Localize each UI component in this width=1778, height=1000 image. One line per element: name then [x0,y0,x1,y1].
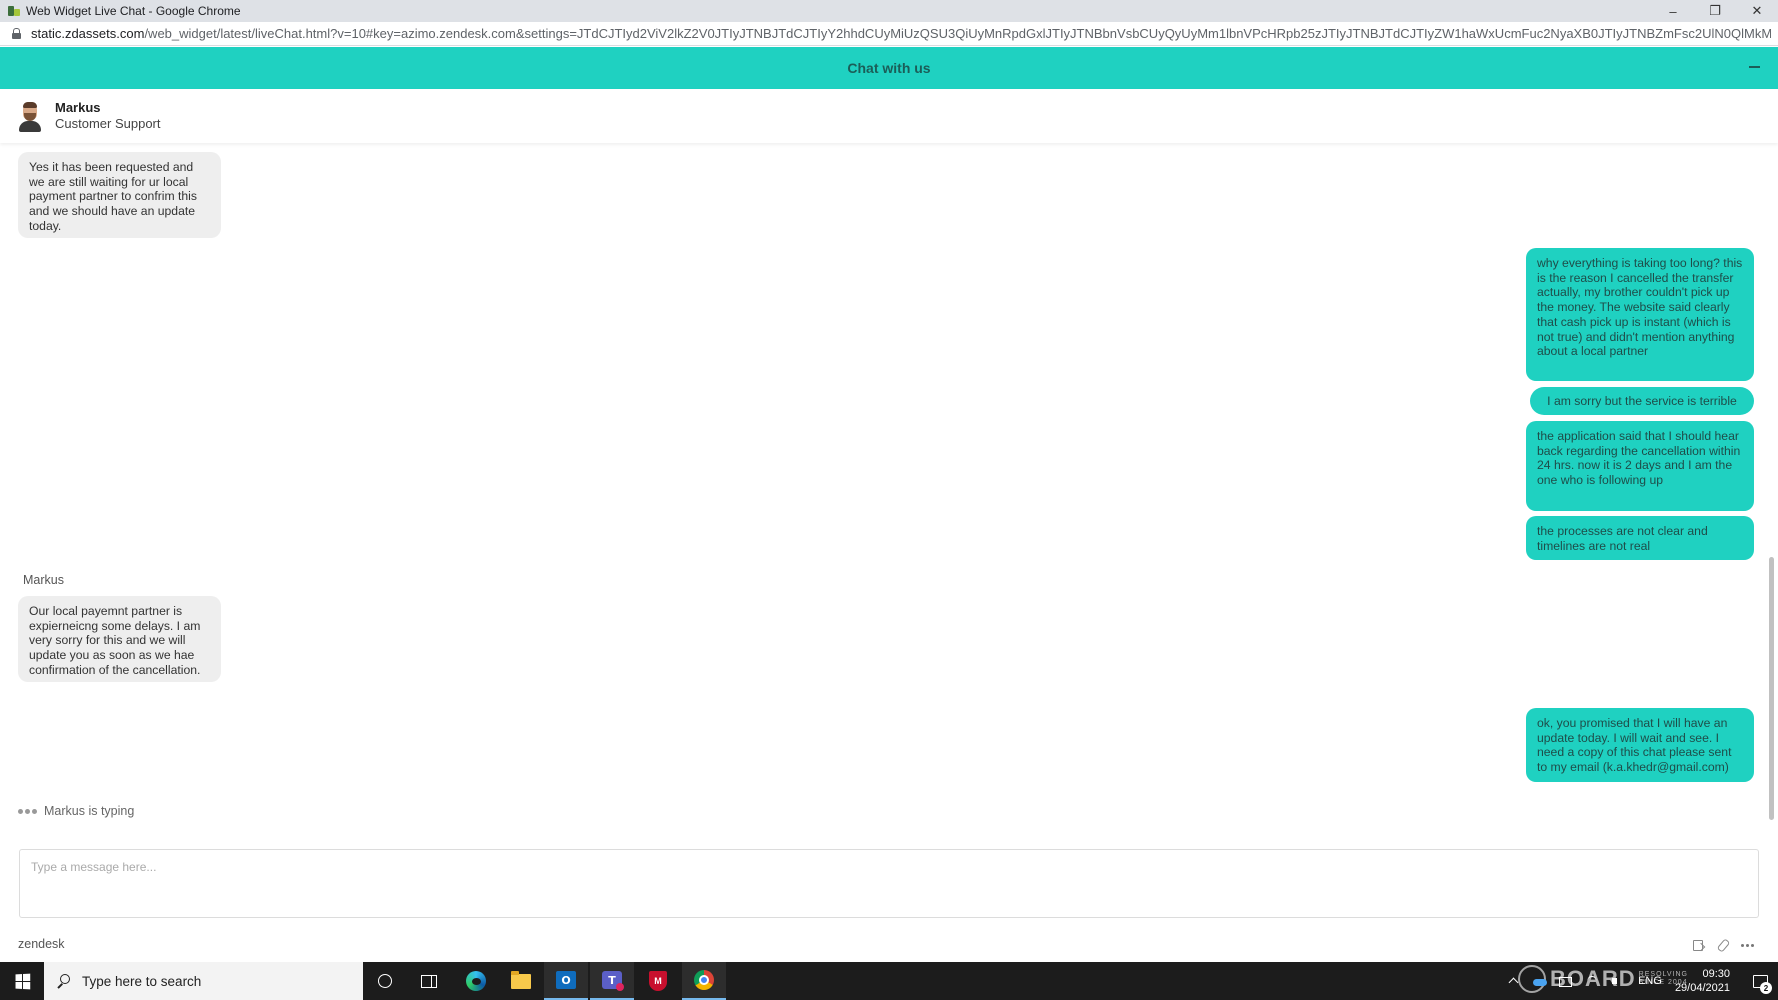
file-explorer-button[interactable] [499,962,543,1000]
browser-title-bar: Web Widget Live Chat - Google Chrome – ❐… [0,0,1778,22]
onedrive-icon[interactable] [1533,974,1548,988]
typing-text: Markus is typing [44,804,135,818]
message-input[interactable] [20,850,1758,917]
edge-button[interactable] [454,962,498,1000]
windows-logo-icon [15,973,30,989]
footer-actions [1680,938,1754,952]
teams-button[interactable]: T [590,962,634,1000]
chat-header: Chat with us [0,47,1778,89]
battery-icon[interactable] [1559,974,1573,988]
clock-time: 09:30 [1702,968,1730,980]
agent-message: Our local payemnt partner is expierneicn… [18,596,221,682]
visitor-message: why everything is taking too long? this … [1526,248,1754,381]
attachment-icon[interactable] [1716,938,1730,952]
agent-message: Yes it has been requested and we are sti… [18,152,221,238]
visitor-message: I am sorry but the service is terrible [1530,387,1754,415]
edge-icon [466,971,486,991]
window-controls: – ❐ ✕ [1652,0,1778,22]
agent-role: Customer Support [55,116,161,131]
more-options-icon[interactable] [1741,938,1754,952]
show-hidden-icons-icon[interactable] [1507,974,1521,988]
agent-avatar [16,100,44,132]
clock-date: 29/04/2021 [1674,982,1730,994]
task-view-button[interactable] [407,962,451,1000]
minimize-chat-icon[interactable] [1748,59,1762,73]
task-view-icon [421,975,437,988]
widget-footer: zendesk [0,930,1778,962]
volume-icon[interactable] [1611,974,1625,988]
window-title: Web Widget Live Chat - Google Chrome [26,4,241,18]
start-button[interactable] [0,962,44,1000]
windows-taskbar: Type here to search O T M BOARD RESOLVIN… [0,962,1778,1000]
visitor-message: ok, you promised that I will have an upd… [1526,708,1754,782]
chrome-button[interactable] [682,962,726,1000]
chrome-icon [694,970,714,990]
agent-info-bar: Markus Customer Support [0,89,1778,143]
security-app-button[interactable]: M [636,962,680,1000]
wifi-icon[interactable] [1585,974,1599,988]
outlook-icon: O [556,971,576,989]
taskbar-search[interactable]: Type here to search [44,962,363,1000]
cortana-icon [378,974,392,988]
message-sender-label: Markus [23,573,64,587]
url-text[interactable]: static.zdassets.com/web_widget/latest/li… [31,26,1771,41]
input-language[interactable]: ENG [1638,975,1662,987]
address-bar[interactable]: static.zdassets.com/web_widget/latest/li… [0,22,1778,46]
visitor-message: the processes are not clear and timeline… [1526,516,1754,560]
restore-window-button[interactable]: ❐ [1694,0,1736,22]
notification-count: 2 [1760,982,1772,994]
agent-details: Markus Customer Support [55,100,161,132]
url-domain: static.zdassets.com [31,26,145,41]
chat-scrollbar[interactable] [1769,557,1774,820]
visitor-message: the application said that I should hear … [1526,421,1754,511]
system-tray: ENG 09:30 29/04/2021 2 [1501,962,1778,1000]
search-icon [57,974,71,988]
zendesk-favicon-icon [7,4,21,18]
agent-name: Markus [55,100,101,115]
outlook-button[interactable]: O [544,962,588,1000]
chat-log[interactable]: Yes it has been requested and we are sti… [0,143,1778,843]
end-chat-icon[interactable] [1691,938,1705,952]
close-window-button[interactable]: ✕ [1736,0,1778,22]
security-app-icon: M [649,971,667,991]
lock-icon[interactable] [12,28,21,39]
zendesk-logo[interactable]: zendesk [18,937,65,951]
file-explorer-icon [511,970,531,989]
minimize-window-button[interactable]: – [1652,0,1694,22]
message-input-container[interactable] [19,849,1759,918]
typing-indicator: Markus is typing [18,804,134,818]
url-path: /web_widget/latest/liveChat.html?v=10#ke… [144,26,1771,41]
chat-header-title: Chat with us [847,60,931,76]
taskbar-search-placeholder: Type here to search [82,973,202,989]
cortana-button[interactable] [363,962,407,1000]
clock[interactable]: 09:30 29/04/2021 [1675,967,1730,995]
teams-icon: T [602,971,624,991]
typing-dots-icon [18,808,39,814]
action-center-button[interactable]: 2 [1742,962,1778,1000]
